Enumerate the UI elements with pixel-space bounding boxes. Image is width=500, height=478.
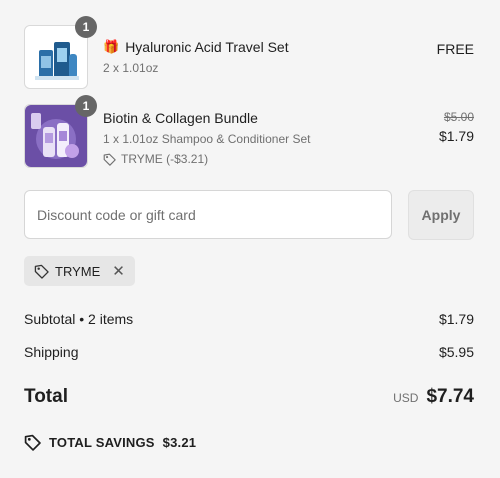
subtotal-value: $1.79 (438, 311, 474, 327)
line-item: 1 🎁 Hyaluronic Acid Travel Set 2 x 1.01o… (24, 16, 474, 89)
shipping-label: Shipping (24, 344, 79, 360)
total-label: Total (24, 386, 68, 407)
shipping-value: $5.95 (438, 344, 474, 360)
item-name: Hyaluronic Acid Travel Set (125, 39, 289, 55)
total-savings: TOTAL SAVINGS $3.21 (24, 434, 196, 451)
item-price-block: $5.00 $1.79 (439, 110, 474, 144)
product-image-biotin (25, 105, 87, 167)
tag-icon (103, 153, 116, 166)
tag-icon (24, 434, 41, 451)
item-variant: 1 x 1.01oz Shampoo & Conditioner Set (103, 132, 311, 146)
savings-label: TOTAL SAVINGS (49, 435, 155, 450)
discount-code-input[interactable] (24, 190, 392, 239)
item-price: FREE (436, 41, 474, 57)
item-name: Biotin & Collagen Bundle (103, 110, 258, 126)
applied-discount-chip: TRYME ✕ (24, 256, 135, 286)
item-price: $1.79 (438, 128, 474, 144)
original-price: $5.00 (443, 110, 474, 124)
subtotal-label: Subtotal • 2 items (24, 311, 134, 327)
discount-form: Apply (24, 190, 474, 241)
discount-code-text: TRYME (-$3.21) (121, 152, 209, 166)
product-thumbnail: 1 (24, 95, 97, 168)
quantity-badge: 1 (75, 16, 97, 38)
line-item: 1 Biotin & Collagen Bundle 1 x 1.01oz Sh… (24, 95, 474, 168)
quantity-badge: 1 (75, 95, 97, 117)
total-value: $7.74 (426, 386, 474, 407)
product-image-hyaluronic (25, 26, 87, 88)
close-icon[interactable]: ✕ (112, 264, 125, 279)
subtotal-row: Subtotal • 2 items $1.79 (24, 311, 474, 327)
total-row: Total USD $7.74 (24, 386, 474, 408)
item-discount: TRYME (-$3.21) (103, 152, 310, 166)
applied-code: TRYME (55, 263, 101, 279)
item-variant: 2 x 1.01oz (103, 61, 159, 75)
savings-value: $3.21 (162, 435, 197, 450)
total-value-block: USD $7.74 (393, 386, 474, 408)
apply-button[interactable]: Apply (408, 190, 474, 240)
shipping-row: Shipping $5.95 (24, 344, 474, 360)
gift-icon: 🎁 (103, 39, 120, 54)
product-thumbnail: 1 (24, 16, 97, 89)
tag-icon (34, 264, 49, 279)
currency-code: USD (393, 391, 419, 405)
